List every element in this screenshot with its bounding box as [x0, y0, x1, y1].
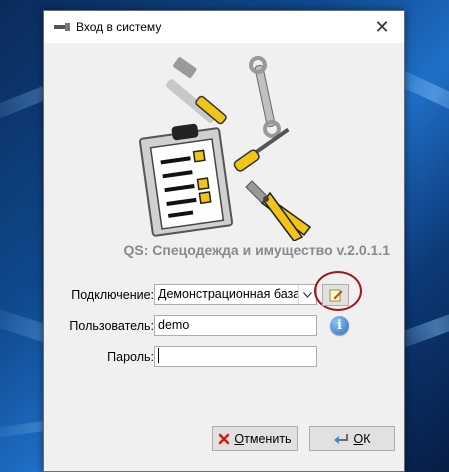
hammer-icon: [166, 57, 227, 125]
tools-illustration: [138, 56, 312, 241]
pliers-icon: [245, 180, 312, 241]
close-button[interactable]: ✕: [360, 11, 404, 43]
user-field[interactable]: demo: [154, 315, 317, 336]
window-title: Вход в систему: [76, 20, 162, 34]
text-caret: [158, 348, 159, 363]
cancel-label: Отменить: [234, 431, 292, 446]
screwdriver-icon: [233, 127, 290, 172]
connection-select[interactable]: Демонстрационная база: [154, 284, 317, 305]
connection-value: Демонстрационная база: [158, 287, 301, 301]
password-label: Пароль:: [107, 350, 154, 364]
info-icon[interactable]: i: [330, 316, 349, 335]
close-icon: ✕: [374, 16, 390, 37]
connection-label: Подключение:: [71, 288, 154, 302]
user-label: Пользователь:: [69, 319, 154, 333]
wrench-icon: [249, 56, 281, 138]
user-value: demo: [158, 318, 190, 332]
ok-label: ОК: [353, 431, 371, 446]
enter-arrow-icon: [334, 433, 349, 444]
edit-connection-button[interactable]: [322, 284, 349, 306]
app-icon: [54, 23, 70, 31]
password-field[interactable]: [154, 346, 317, 367]
login-dialog: Вход в систему ✕ QS: Спецодежда и имущес…: [43, 10, 405, 472]
title-bar[interactable]: Вход в систему ✕: [44, 11, 404, 43]
cancel-button[interactable]: Отменить: [212, 426, 298, 451]
app-title: QS: Спецодежда и имущество v.2.0.1.1: [123, 242, 390, 258]
ok-button[interactable]: ОК: [309, 426, 395, 451]
edit-icon: [329, 289, 342, 302]
cancel-icon: [219, 433, 230, 444]
clipboard-icon: [138, 123, 234, 237]
